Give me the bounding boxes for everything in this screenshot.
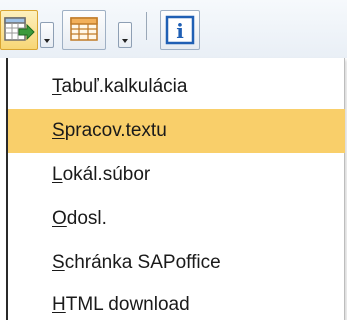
export-spreadsheet-icon — [4, 17, 35, 41]
menu-item-accelerator: L — [52, 164, 63, 185]
export-button[interactable] — [0, 10, 38, 50]
menu-item-accelerator: T — [52, 76, 62, 97]
application-toolbar: i — [0, 0, 347, 58]
toolbar-separator — [146, 12, 147, 40]
menu-item-label: TML download — [65, 294, 190, 315]
menu-item-local-file[interactable]: Lokál.súbor — [8, 153, 345, 197]
menu-item-accelerator: S — [52, 120, 65, 141]
menu-item-html-download[interactable]: HTML download — [8, 285, 345, 320]
menu-item-sapoffice-inbox[interactable]: Schránka SAPoffice — [8, 241, 345, 285]
menu-item-label: pracov.textu — [64, 120, 167, 141]
menu-item-send[interactable]: Odosl. — [8, 197, 345, 241]
screen: i Tabuľ.kalkulácia Spracov.textu Lokál.s… — [0, 0, 347, 320]
menu-item-accelerator: H — [52, 294, 66, 315]
chevron-down-icon — [44, 39, 50, 43]
chevron-down-icon — [122, 39, 128, 43]
menu-item-accelerator: O — [52, 208, 67, 229]
menu-item-label: abuľ.kalkulácia — [61, 76, 188, 97]
info-glyph: i — [176, 19, 184, 43]
export-dropdown-arrow[interactable] — [40, 22, 54, 48]
information-icon: i — [165, 15, 195, 45]
menu-item-word-processing[interactable]: Spracov.textu — [8, 109, 345, 153]
menu-item-spreadsheet[interactable]: Tabuľ.kalkulácia — [8, 65, 345, 109]
info-button[interactable]: i — [160, 10, 200, 50]
layout-dropdown-arrow[interactable] — [118, 22, 132, 48]
export-dropdown-menu: Tabuľ.kalkulácia Spracov.textu Lokál.súb… — [6, 58, 345, 320]
menu-item-label: okál.súbor — [62, 164, 151, 185]
grid-layout-icon — [70, 17, 98, 41]
menu-item-label: dosl. — [66, 208, 107, 229]
menu-item-accelerator: S — [52, 252, 65, 273]
layout-button[interactable] — [62, 10, 106, 50]
menu-item-label: chránka SAPoffice — [64, 252, 221, 273]
